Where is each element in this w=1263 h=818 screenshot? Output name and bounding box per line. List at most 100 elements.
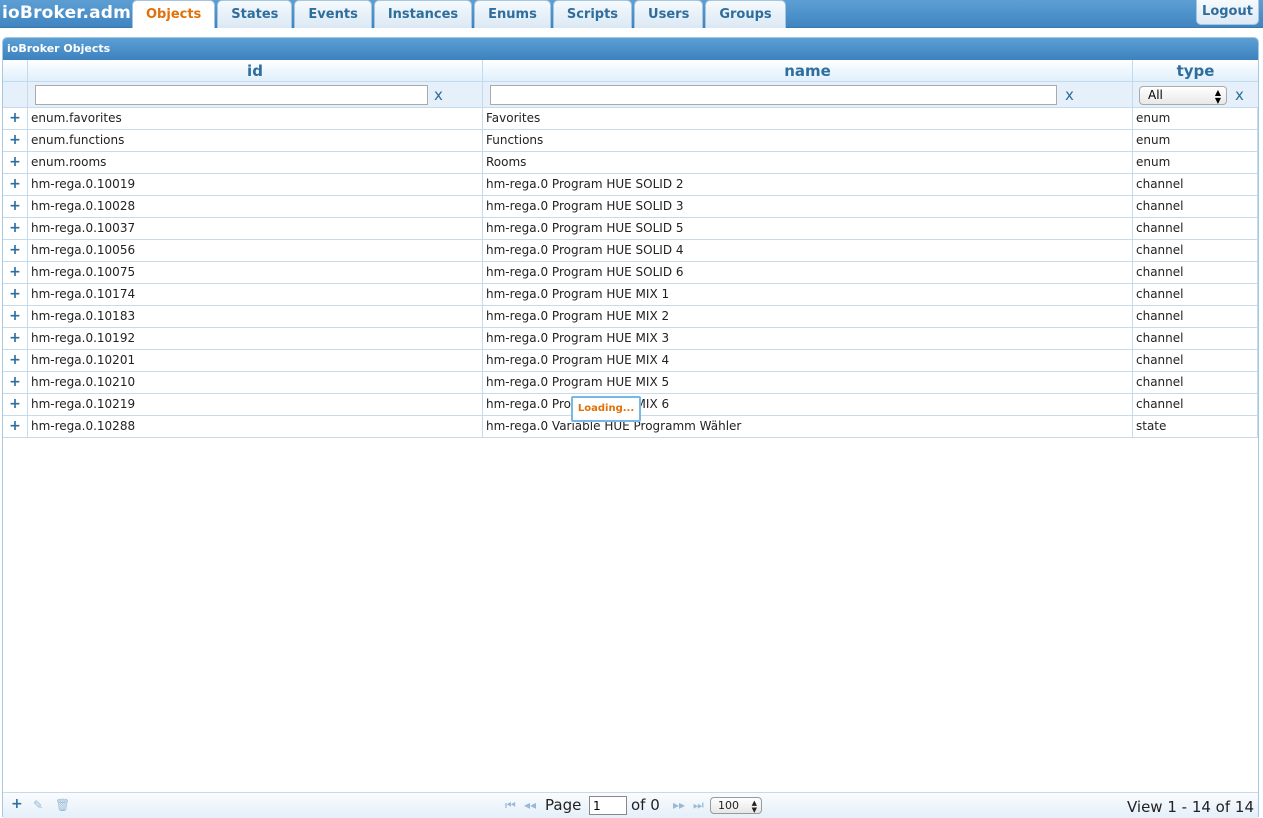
select-arrows-icon: ▲ ▼ — [751, 799, 757, 814]
row-name: Rooms — [483, 152, 1133, 174]
clear-name-filter-button[interactable]: x — [1065, 86, 1074, 104]
row-id: hm-rega.0.10075 — [28, 262, 483, 284]
type-filter-select[interactable]: All ▲ ▼ — [1139, 86, 1227, 105]
expand-row-button[interactable]: + — [3, 328, 28, 350]
table-row[interactable]: + hm-rega.0.10019 hm-rega.0 Program HUE SO… — [3, 174, 1258, 196]
expand-row-button[interactable]: + — [3, 306, 28, 328]
row-type: enum — [1133, 108, 1258, 130]
expand-row-button[interactable]: + — [3, 240, 28, 262]
expand-row-button[interactable]: + — [3, 152, 28, 174]
row-id: hm-rega.0.10056 — [28, 240, 483, 262]
row-type: channel — [1133, 196, 1258, 218]
prev-page-icon[interactable]: ◂◂ — [524, 798, 536, 812]
top-navigation-bar: ioBroker.admin Objects States Events Instan… — [0, 0, 1263, 28]
expand-row-button[interactable]: + — [3, 394, 28, 416]
table-row[interactable]: + enum.favorites Favorites enum — [3, 108, 1258, 130]
tab-enums[interactable]: Enums — [474, 0, 551, 28]
grid-pager: + ✎ 🗑 ⏮ ◂◂ Page of 0 ▸▸ ⏭ 100 ▲▼ View 1 … — [3, 792, 1258, 818]
row-type: channel — [1133, 306, 1258, 328]
table-row[interactable]: + hm-rega.0.10192 hm-rega.0 Program HUE MI… — [3, 328, 1258, 350]
loading-indicator: Loading... — [571, 396, 641, 422]
row-type: channel — [1133, 174, 1258, 196]
table-row[interactable]: + hm-rega.0.10174 hm-rega.0 Program HUE MI… — [3, 284, 1258, 306]
expand-row-button[interactable]: + — [3, 108, 28, 130]
trash-icon[interactable]: 🗑 — [55, 798, 70, 812]
app-title: ioBroker.admin — [2, 3, 150, 23]
tab-scripts[interactable]: Scripts — [552, 0, 633, 28]
row-name: hm-rega.0 Program HUE MIX 5 — [483, 372, 1133, 394]
row-id: hm-rega.0.10174 — [28, 284, 483, 306]
row-id: hm-rega.0.10288 — [28, 416, 483, 438]
plus-icon[interactable]: + — [11, 796, 23, 812]
rows-per-page-value: 100 — [718, 799, 739, 812]
last-page-icon[interactable]: ⏭ — [693, 798, 704, 813]
row-type: channel — [1133, 372, 1258, 394]
objects-table-body: + enum.favorites Favorites enum + enum.functi… — [3, 108, 1258, 438]
name-filter-input[interactable] — [490, 85, 1057, 105]
row-name: Functions — [483, 130, 1133, 152]
logout-button[interactable]: Logout — [1196, 0, 1259, 25]
objects-grid-panel: ioBroker Objects id name type x x All ▲ ▼… — [2, 37, 1259, 818]
table-row[interactable]: + enum.rooms Rooms enum — [3, 152, 1258, 174]
row-name: hm-rega.0 Program HUE MIX 3 — [483, 328, 1133, 350]
clear-id-filter-button[interactable]: x — [434, 86, 443, 104]
page-number-input[interactable] — [589, 796, 627, 815]
row-name: hm-rega.0 Program HUE SOLID 6 — [483, 262, 1133, 284]
clear-type-filter-button[interactable]: x — [1235, 86, 1244, 104]
row-id: enum.rooms — [28, 152, 483, 174]
row-id: hm-rega.0.10219 — [28, 394, 483, 416]
view-records-info: View 1 - 14 of 14 — [1126, 798, 1254, 816]
tab-groups[interactable]: Groups — [705, 0, 786, 28]
first-page-icon[interactable]: ⏮ — [505, 798, 516, 813]
row-name: hm-rega.0 Program HUE MIX 4 — [483, 350, 1133, 372]
tab-users[interactable]: Users — [634, 0, 704, 28]
tab-events[interactable]: Events — [294, 0, 372, 28]
column-header-name[interactable]: name — [483, 60, 1133, 82]
expand-row-button[interactable]: + — [3, 218, 28, 240]
tab-instances[interactable]: Instances — [373, 0, 473, 28]
expand-row-button[interactable]: + — [3, 196, 28, 218]
next-page-icon[interactable]: ▸▸ — [673, 798, 685, 812]
expand-row-button[interactable]: + — [3, 372, 28, 394]
row-name: Favorites — [483, 108, 1133, 130]
expand-row-button[interactable]: + — [3, 350, 28, 372]
table-row[interactable]: + hm-rega.0.10075 hm-rega.0 Program HUE SO… — [3, 262, 1258, 284]
row-id: hm-rega.0.10192 — [28, 328, 483, 350]
row-id: hm-rega.0.10037 — [28, 218, 483, 240]
row-type: channel — [1133, 240, 1258, 262]
row-name: hm-rega.0 Program HUE SOLID 2 — [483, 174, 1133, 196]
expand-row-button[interactable]: + — [3, 174, 28, 196]
row-id: hm-rega.0.10210 — [28, 372, 483, 394]
tab-objects[interactable]: Objects — [132, 0, 216, 28]
table-row[interactable]: + hm-rega.0.10183 hm-rega.0 Program HUE MI… — [3, 306, 1258, 328]
id-filter-input[interactable] — [35, 85, 428, 105]
row-id: hm-rega.0.10201 — [28, 350, 483, 372]
expand-row-button[interactable]: + — [3, 284, 28, 306]
row-name: hm-rega.0 Program HUE SOLID 5 — [483, 218, 1133, 240]
expand-row-button[interactable]: + — [3, 130, 28, 152]
table-row[interactable]: + hm-rega.0.10028 hm-rega.0 Program HUE SO… — [3, 196, 1258, 218]
column-header-row: id name type — [3, 60, 1258, 82]
row-type: channel — [1133, 218, 1258, 240]
select-arrows-icon: ▲ ▼ — [1214, 88, 1221, 105]
table-row[interactable]: + hm-rega.0.10210 hm-rega.0 Program HUE MI… — [3, 372, 1258, 394]
table-row[interactable]: + hm-rega.0.10201 hm-rega.0 Program HUE MI… — [3, 350, 1258, 372]
table-row[interactable]: + enum.functions Functions enum — [3, 130, 1258, 152]
filter-spacer — [3, 82, 28, 108]
row-type: channel — [1133, 284, 1258, 306]
expand-row-button[interactable]: + — [3, 262, 28, 284]
column-header-type[interactable]: type — [1133, 60, 1258, 82]
column-header-id[interactable]: id — [28, 60, 483, 82]
table-row[interactable]: + hm-rega.0.10056 hm-rega.0 Program HUE SO… — [3, 240, 1258, 262]
expand-row-button[interactable]: + — [3, 416, 28, 438]
table-row[interactable]: + hm-rega.0.10037 hm-rega.0 Program HUE SO… — [3, 218, 1258, 240]
tab-states[interactable]: States — [217, 0, 293, 28]
pencil-icon[interactable]: ✎ — [33, 798, 43, 812]
row-id: hm-rega.0.10019 — [28, 174, 483, 196]
row-id: enum.favorites — [28, 108, 483, 130]
row-id: enum.functions — [28, 130, 483, 152]
rows-per-page-select[interactable]: 100 ▲ ▼ — [710, 797, 762, 814]
row-id: hm-rega.0.10183 — [28, 306, 483, 328]
row-type: state — [1133, 416, 1258, 438]
row-type: channel — [1133, 262, 1258, 284]
